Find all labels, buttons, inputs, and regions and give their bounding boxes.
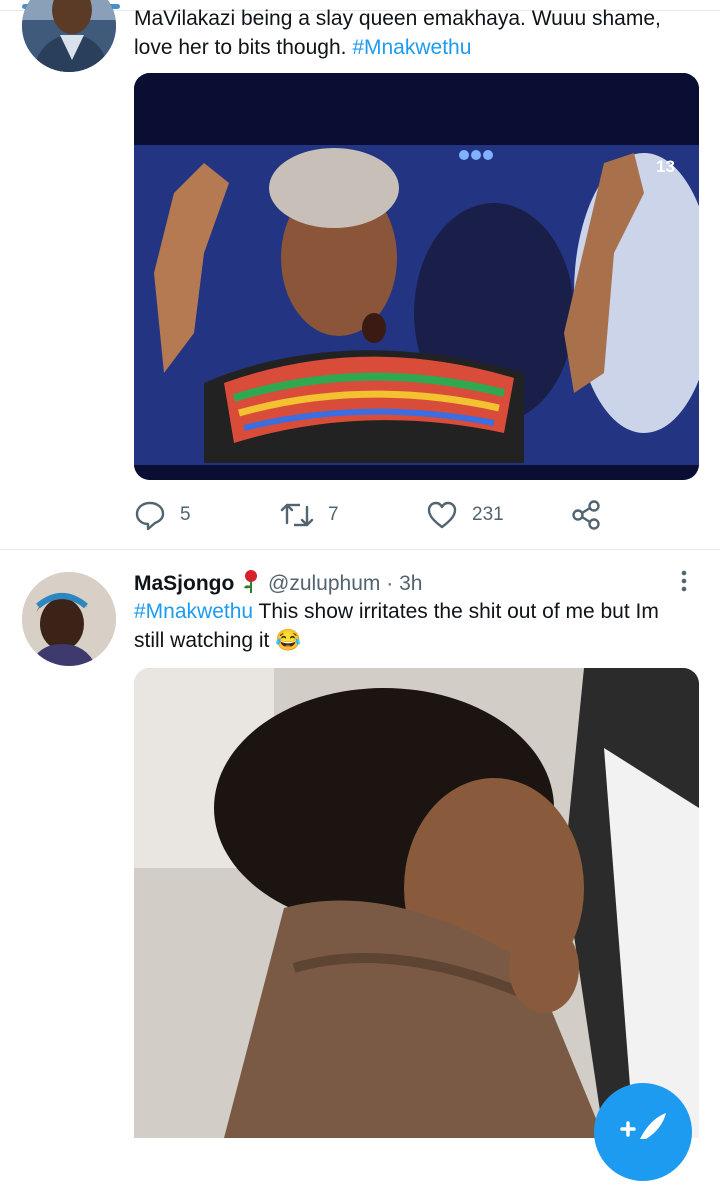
tweet-image[interactable] xyxy=(134,668,699,1138)
avatar-photo xyxy=(22,572,116,666)
more-options-button[interactable] xyxy=(676,570,692,594)
hashtag-link[interactable]: #Mnakwethu xyxy=(352,36,471,59)
reply-button[interactable]: 5 xyxy=(134,499,191,531)
tweet-header: MaSjongo @zuluphum · 3h xyxy=(134,569,422,598)
like-icon xyxy=(427,501,457,529)
compose-icon xyxy=(620,1113,666,1139)
display-name[interactable]: MaSjongo xyxy=(134,572,234,595)
channel-badge: 13 xyxy=(656,157,675,176)
like-count: 231 xyxy=(472,504,504,525)
retweet-count: 7 xyxy=(328,504,339,525)
tweet-photo xyxy=(134,73,699,480)
compose-tweet-button[interactable] xyxy=(594,1083,692,1181)
share-button[interactable] xyxy=(570,499,602,531)
retweet-button[interactable]: 7 xyxy=(280,499,339,531)
avatar[interactable] xyxy=(22,572,116,666)
tweet-timestamp[interactable]: 3h xyxy=(399,572,422,595)
rose-emoji-icon xyxy=(244,570,258,593)
tweet-text: #Mnakwethu This show irritates the shit … xyxy=(134,597,694,655)
user-handle[interactable]: @zuluphum xyxy=(268,572,380,595)
tweet-photo xyxy=(134,668,699,1138)
hashtag-link[interactable]: #Mnakwethu xyxy=(134,600,253,623)
tweet-divider xyxy=(0,549,720,550)
tweet-text: MaVilakazi being a slay queen emakhaya. … xyxy=(134,4,694,62)
share-icon xyxy=(572,500,600,530)
avatar-photo xyxy=(22,0,116,72)
reply-icon xyxy=(135,501,165,531)
like-button[interactable]: 231 xyxy=(426,499,504,531)
retweet-icon xyxy=(280,503,314,527)
more-icon xyxy=(681,570,687,592)
tweet-actions: 5 7 231 xyxy=(134,499,604,533)
meta-separator: · xyxy=(380,572,400,595)
avatar[interactable] xyxy=(22,0,116,72)
reply-count: 5 xyxy=(180,504,191,525)
tweet-image[interactable]: 13 xyxy=(134,73,699,480)
